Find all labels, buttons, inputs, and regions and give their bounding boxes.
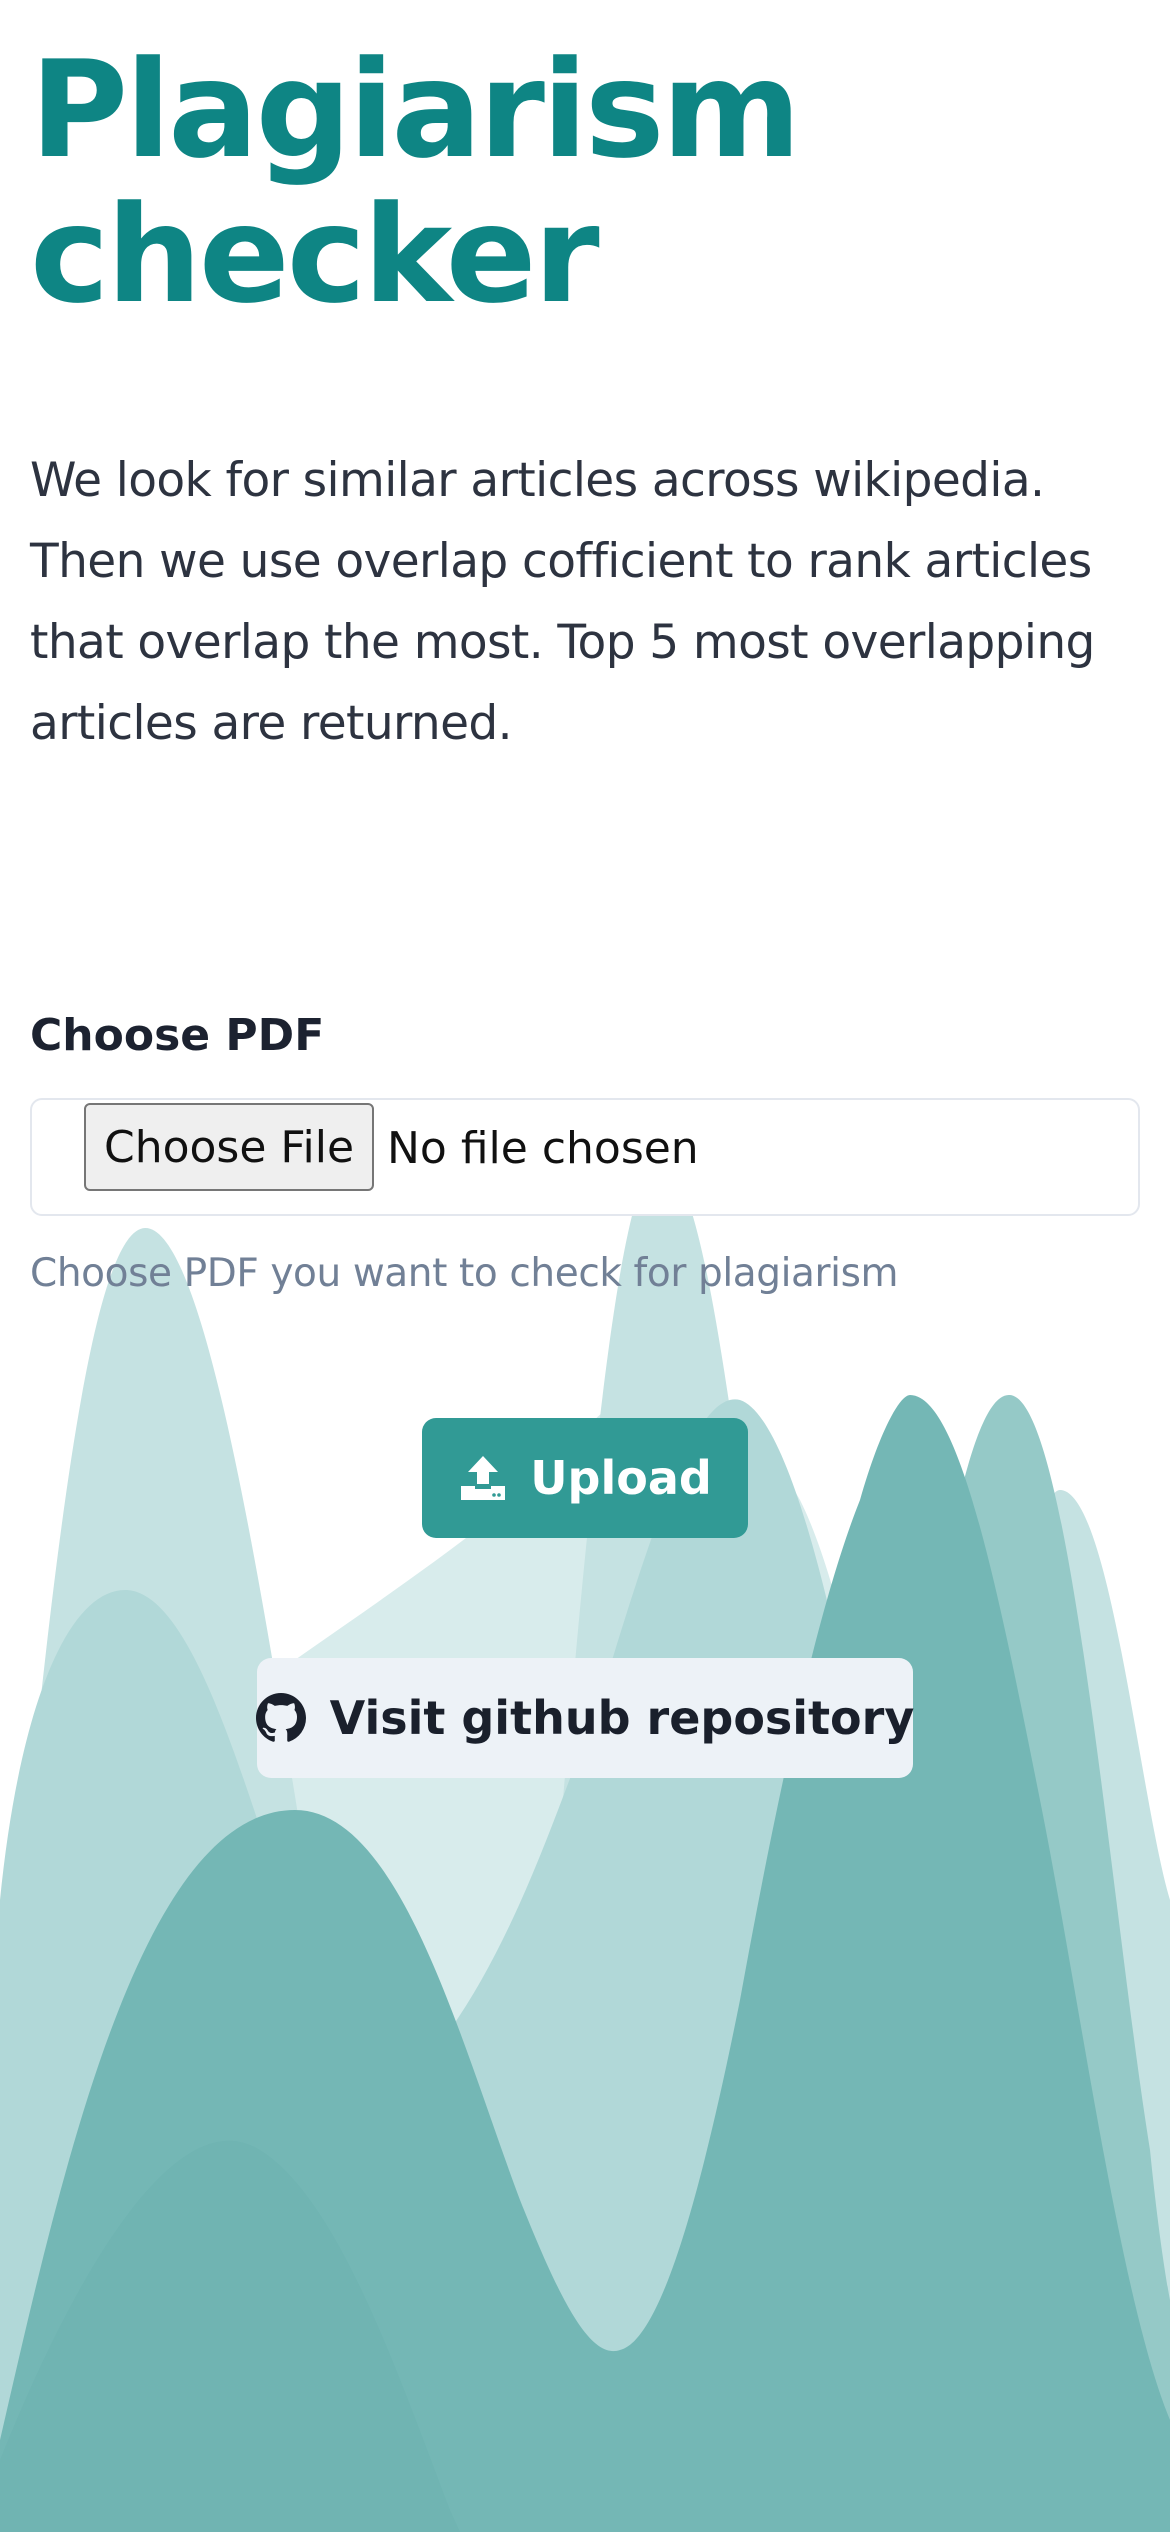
file-input-field[interactable]: Choose File No file chosen <box>30 1098 1140 1216</box>
choose-pdf-label: Choose PDF <box>30 1010 325 1061</box>
file-status-text: No file chosen <box>387 1123 699 1174</box>
page-content: Plagiarism checker We look for similar ar… <box>0 0 1170 2532</box>
upload-button[interactable]: Upload <box>422 1418 748 1538</box>
github-icon <box>255 1693 306 1743</box>
choose-file-button[interactable]: Choose File <box>84 1103 374 1191</box>
upload-icon <box>458 1453 508 1503</box>
page-title: Plagiarism checker <box>30 38 1130 328</box>
page-title-line2: checker <box>30 177 600 333</box>
helper-text: Choose PDF you want to check for plagiar… <box>30 1251 899 1296</box>
github-repository-button[interactable]: Visit github repository <box>255 1658 915 1778</box>
upload-button-label: Upload <box>530 1451 712 1505</box>
page-title-line1: Plagiarism <box>30 32 801 188</box>
github-button-label: Visit github repository <box>329 1691 915 1745</box>
description-text: We look for similar articles across wiki… <box>30 453 1095 751</box>
